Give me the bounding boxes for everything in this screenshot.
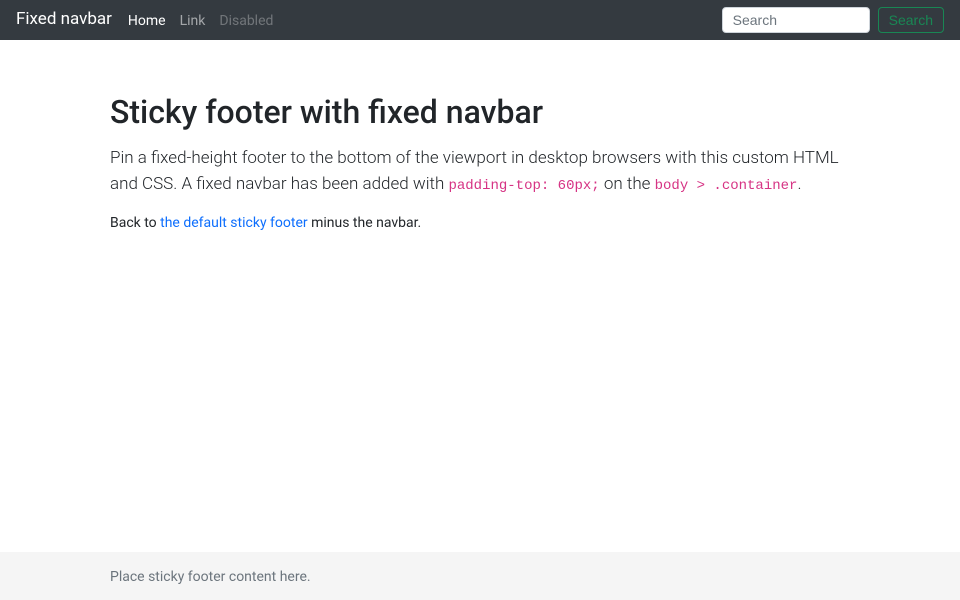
nav-link-link[interactable]: Link (180, 13, 206, 29)
lead-paragraph: Pin a fixed-height footer to the bottom … (110, 146, 850, 197)
back-text-post: minus the navbar. (308, 215, 422, 231)
navbar: Fixed navbar Home Link Disabled Search (0, 0, 960, 40)
main-content: Sticky footer with fixed navbar Pin a fi… (0, 40, 960, 552)
nav-links: Home Link Disabled (128, 8, 274, 32)
nav-link-disabled: Disabled (219, 13, 273, 29)
footer-text: Place sticky footer content here. (110, 569, 311, 585)
navbar-search-form: Search (722, 7, 944, 33)
page-title: Sticky footer with fixed navbar (110, 88, 850, 136)
search-button[interactable]: Search (878, 7, 944, 33)
lead-text-post: . (797, 174, 801, 194)
navbar-brand[interactable]: Fixed navbar (16, 7, 112, 33)
footer-container: Place sticky footer content here. (110, 564, 850, 588)
code-padding: padding-top: 60px; (448, 178, 599, 194)
container: Sticky footer with fixed navbar Pin a fi… (110, 88, 850, 234)
search-input[interactable] (722, 7, 870, 33)
back-line: Back to the default sticky footer minus … (110, 213, 850, 234)
back-link[interactable]: the default sticky footer (160, 215, 307, 231)
footer: Place sticky footer content here. (0, 552, 960, 600)
back-text-pre: Back to (110, 215, 160, 231)
code-selector: body > .container (655, 178, 798, 194)
navbar-left: Fixed navbar Home Link Disabled (16, 7, 273, 33)
lead-text-mid: on the (600, 174, 655, 194)
nav-link-home[interactable]: Home (128, 13, 166, 29)
